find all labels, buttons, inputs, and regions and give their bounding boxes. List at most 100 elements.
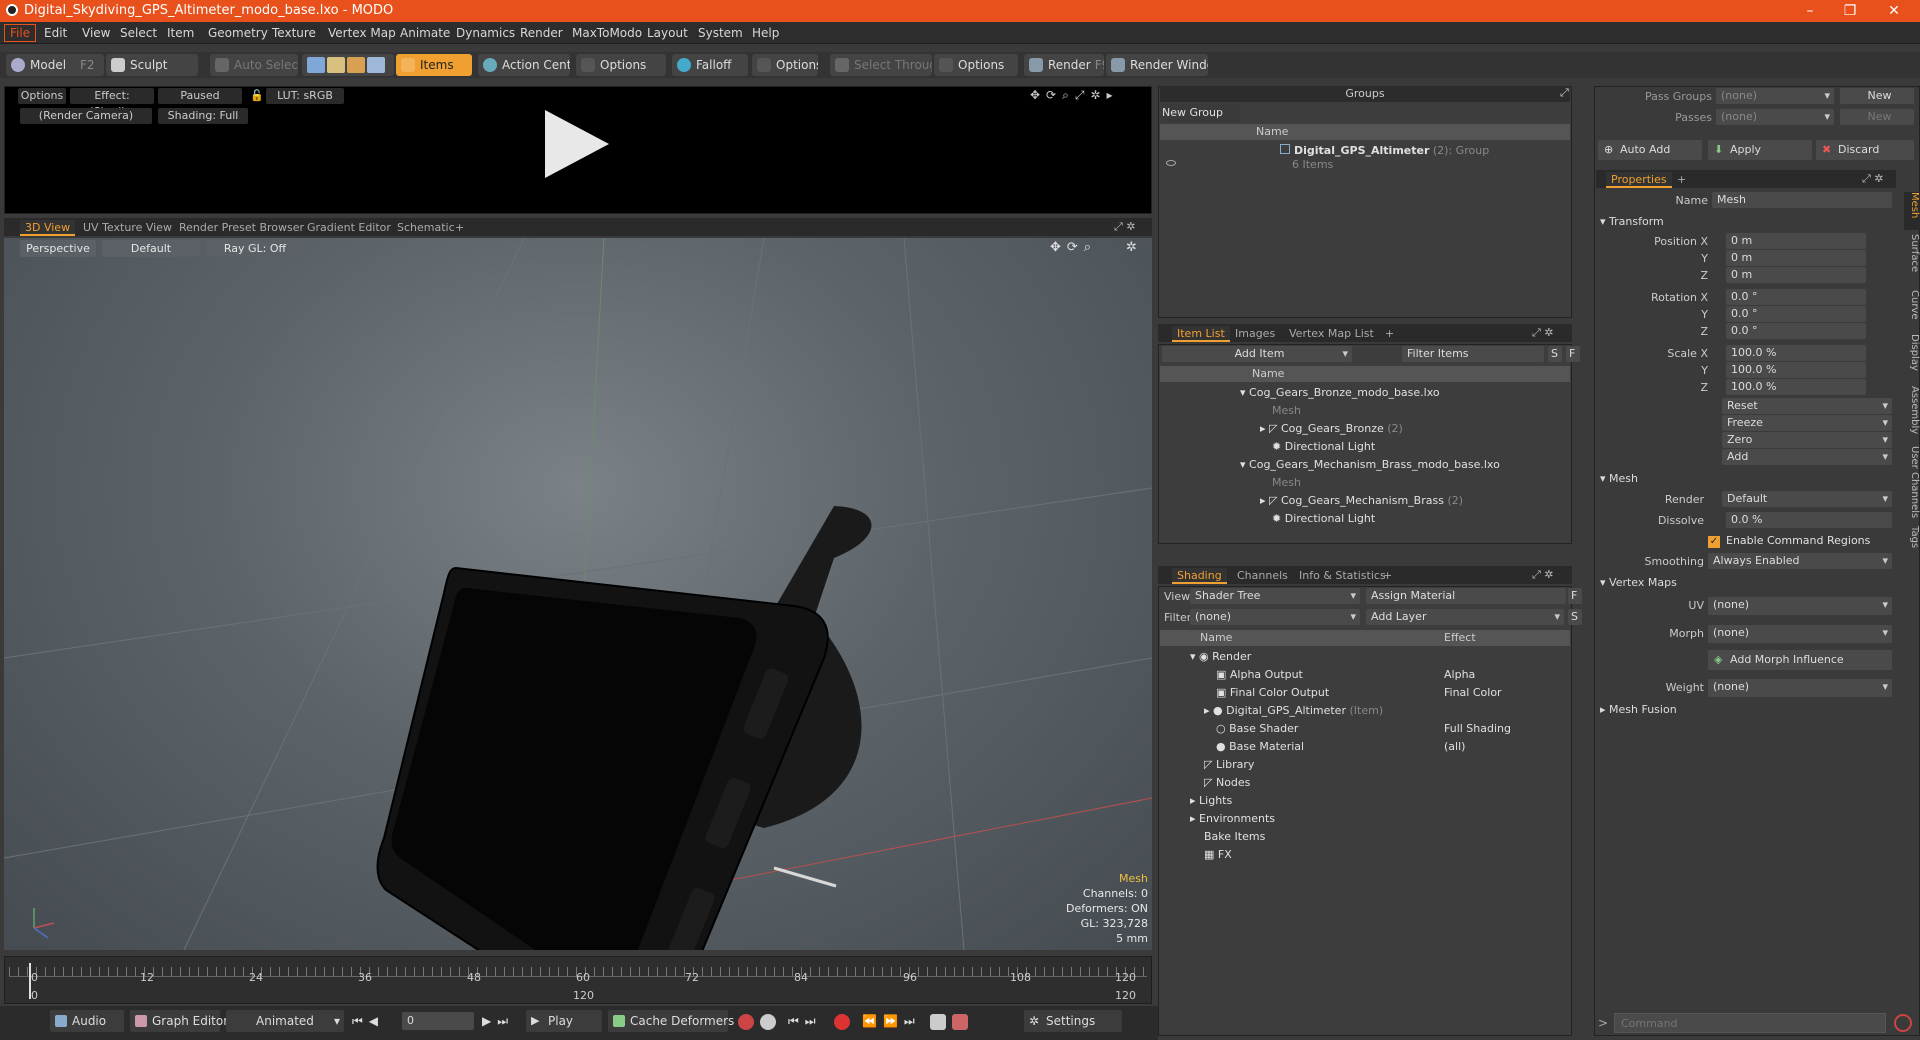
tab-item-list[interactable]: Item List [1172, 326, 1230, 342]
scale-z-field[interactable]: 100.0 % [1726, 379, 1866, 395]
close-icon[interactable]: ✕ [1874, 0, 1914, 22]
shader-row[interactable]: ▾ ◉ Render [1190, 648, 1251, 666]
materials-icon[interactable] [367, 57, 385, 73]
record-icon[interactable] [834, 1014, 850, 1030]
graph-editor-button[interactable]: Graph Editor [130, 1010, 228, 1032]
apply-button[interactable]: ⬇ Apply [1708, 140, 1812, 160]
shader-row[interactable]: ▦ FX [1204, 846, 1232, 864]
s-button[interactable]: S [1568, 609, 1582, 625]
shader-row[interactable]: ▣ Alpha Output [1216, 666, 1303, 684]
timeline[interactable]: 0 12 24 36 48 60 72 84 96 108 120 0 120 … [4, 956, 1152, 1004]
items-button[interactable]: Items [396, 54, 472, 76]
viewport-settings-icon[interactable]: ✲ [1126, 240, 1137, 255]
menu-select[interactable]: Select [120, 26, 157, 40]
list-item[interactable]: ▾ Cog_Gears_Bronze_modo_base.lxo [1240, 384, 1440, 402]
menu-file[interactable]: File [4, 24, 37, 42]
rotation-z-field[interactable]: 0.0 ° [1726, 323, 1866, 339]
tab-gradient-editor[interactable]: Gradient Editor [302, 220, 396, 236]
list-item[interactable]: ✹ Directional Light [1272, 510, 1375, 528]
panel-settings-icon[interactable]: ⤢ ✲ [1532, 568, 1554, 582]
shader-row[interactable]: ▸ ● Digital_GPS_Altimeter (Item) [1204, 702, 1383, 720]
mesh-fusion-section[interactable]: ▸ Mesh Fusion [1600, 703, 1677, 716]
animated-dropdown[interactable]: Animated ▾ [226, 1010, 344, 1032]
viewport-maximize-icon[interactable]: ⤢ ✲ [1114, 220, 1136, 234]
uv-dropdown[interactable]: (none) [1708, 597, 1892, 615]
scale-x-field[interactable]: 100.0 % [1726, 345, 1866, 361]
command-expand-icon[interactable]: > [1598, 1016, 1608, 1030]
weight-dropdown[interactable]: (none) [1708, 679, 1892, 697]
record-key-icon[interactable] [738, 1014, 754, 1030]
raygl-dropdown[interactable]: Ray GL: Off [206, 240, 304, 257]
polygons-icon[interactable] [347, 57, 365, 73]
render-dropdown[interactable]: Default [1722, 491, 1892, 507]
shader-row[interactable]: ▸ Lights [1190, 792, 1232, 810]
add-tab-button[interactable]: + [1672, 172, 1691, 188]
freeze-dropdown[interactable]: Freeze [1722, 415, 1892, 431]
perspective-dropdown[interactable]: Perspective [20, 240, 96, 257]
menu-dynamics[interactable]: Dynamics [456, 26, 515, 40]
effect-value[interactable]: (all) [1444, 738, 1465, 756]
3d-viewport[interactable]: Mesh Channels: 0 Deformers: ON GL: 323,7… [4, 238, 1152, 950]
list-item[interactable]: Mesh [1272, 474, 1301, 492]
discard-button[interactable]: ✖ Discard [1816, 140, 1914, 160]
key-nav-icons[interactable]: ⏮⏭ [788, 1014, 822, 1029]
default-style-dropdown[interactable]: Default [102, 240, 200, 257]
rotation-x-field[interactable]: 0.0 ° [1726, 289, 1866, 305]
vtab-assembly[interactable]: Assembly [1904, 386, 1920, 442]
add-item-dropdown[interactable]: Add Item [1162, 346, 1352, 362]
vertex-maps-section[interactable]: ▾ Vertex Maps [1600, 576, 1677, 589]
falloff-button[interactable]: Falloff [672, 54, 748, 76]
effect-value[interactable]: Full Shading [1444, 720, 1511, 738]
add-morph-influence-button[interactable]: ◈ Add Morph Influence [1708, 650, 1892, 670]
filter-dropdown[interactable]: (none) [1190, 609, 1360, 625]
audio-button[interactable]: Audio [50, 1010, 124, 1032]
reset-dropdown[interactable]: Reset [1722, 398, 1892, 414]
shader-row[interactable]: ◸ Library [1204, 756, 1254, 774]
play-button[interactable]: ▶ Play [526, 1010, 602, 1032]
shader-row[interactable]: ○ Base Shader [1216, 720, 1298, 738]
transform-section[interactable]: ▾ Transform [1600, 215, 1664, 228]
menu-vertex-map[interactable]: Vertex Map [328, 26, 396, 40]
list-item[interactable]: ▸ ◸ Cog_Gears_Bronze (2) [1260, 420, 1403, 438]
cache-deformers-button[interactable]: Cache Deformers [608, 1010, 734, 1032]
panel-settings-icon[interactable]: ⤢ ✲ [1532, 326, 1554, 340]
minimize-icon[interactable]: – [1790, 0, 1830, 22]
auto-key-icon[interactable] [760, 1014, 776, 1030]
settings-button[interactable]: ✲ Settings [1024, 1010, 1122, 1032]
menu-item[interactable]: Item [167, 26, 194, 40]
vtab-user-channels[interactable]: User Channels [1904, 446, 1920, 522]
menu-texture[interactable]: Texture [272, 26, 316, 40]
preview-options-button[interactable]: Options [18, 88, 66, 104]
render-window-button[interactable]: Render Window [1106, 54, 1208, 76]
position-y-field[interactable]: 0 m [1726, 250, 1866, 266]
key-delete-icon[interactable] [952, 1014, 968, 1030]
play-icon[interactable] [545, 110, 609, 178]
rotation-y-field[interactable]: 0.0 ° [1726, 306, 1866, 322]
pass-groups-dropdown[interactable]: (none) [1716, 88, 1834, 104]
menu-view[interactable]: View [82, 26, 110, 40]
mesh-section[interactable]: ▾ Mesh [1600, 472, 1638, 485]
vtab-surface[interactable]: Surface [1904, 234, 1920, 286]
model-button[interactable]: Model F2 [6, 54, 104, 76]
vtab-display[interactable]: Display [1904, 334, 1920, 382]
tab-info-statistics[interactable]: Info & Statistics [1294, 568, 1391, 584]
shader-row[interactable]: ▸ Environments [1190, 810, 1275, 828]
menu-system[interactable]: System [698, 26, 743, 40]
menu-render[interactable]: Render [520, 26, 563, 40]
zero-dropdown[interactable]: Zero [1722, 432, 1892, 448]
add-tab-button[interactable]: + [1378, 568, 1397, 584]
list-item[interactable]: ▸ ◸ Cog_Gears_Mechanism_Brass (2) [1260, 492, 1463, 510]
frame-field[interactable]: 0 [402, 1012, 474, 1030]
preview-nav-icons[interactable]: ✥⟳⌕⤢✲▸ [1030, 88, 1119, 103]
f-button[interactable]: F [1568, 588, 1582, 604]
tab-channels[interactable]: Channels [1232, 568, 1293, 584]
action-center-options-button[interactable]: Options [576, 54, 666, 76]
stop-icon[interactable] [1894, 1014, 1912, 1032]
unlock-icon[interactable]: 🔓 [250, 89, 264, 102]
morph-dropdown[interactable]: (none) [1708, 625, 1892, 643]
dissolve-field[interactable]: 0.0 % [1726, 512, 1892, 528]
name-field[interactable]: Mesh [1712, 192, 1892, 208]
sculpt-button[interactable]: Sculpt [106, 54, 198, 76]
position-x-field[interactable]: 0 m [1726, 233, 1866, 249]
menu-animate[interactable]: Animate [400, 26, 450, 40]
